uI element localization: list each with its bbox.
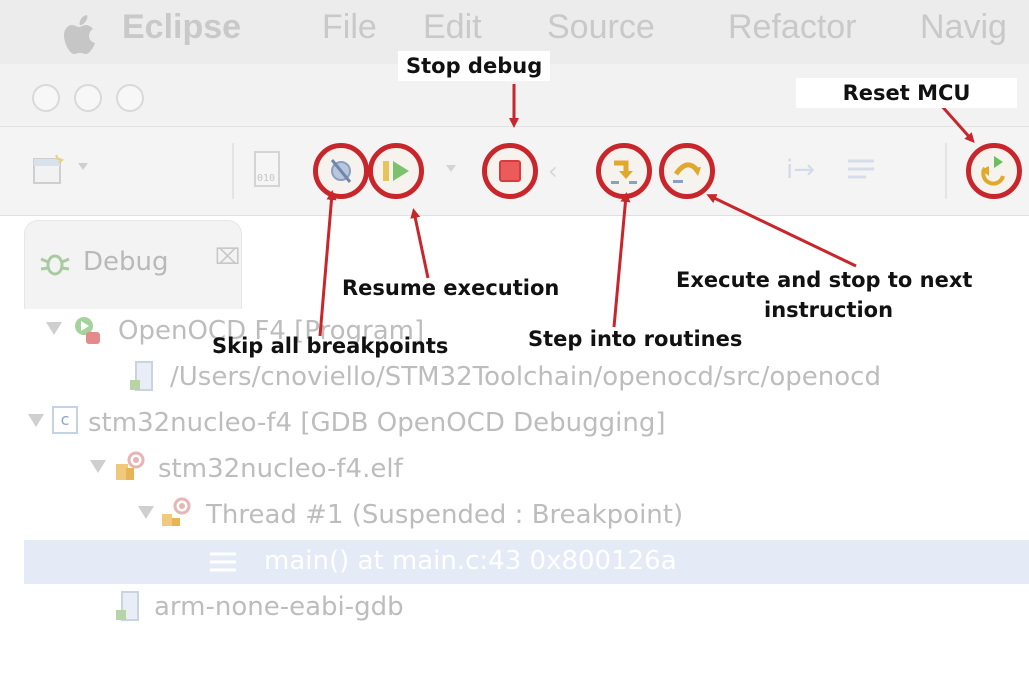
- skip-all-breakpoints-button[interactable]: [313, 143, 369, 199]
- suspend-dropdown-icon[interactable]: [446, 165, 456, 172]
- tree-row-gdb-session[interactable]: c stm32nucleo-f4 [GDB OpenOCD Debugging]: [24, 402, 1029, 446]
- step-over-icon: [673, 162, 701, 183]
- minimize-window-button[interactable]: [74, 84, 102, 112]
- callout-step-into: Step into routines: [528, 327, 743, 351]
- bug-icon: [40, 254, 70, 276]
- step-into-button[interactable]: [596, 143, 652, 199]
- menu-source[interactable]: Source: [547, 8, 655, 47]
- resume-icon: [383, 161, 409, 181]
- callout-stop-debug: Stop debug: [398, 51, 551, 81]
- zoom-window-button[interactable]: [116, 84, 144, 112]
- menu-file[interactable]: File: [322, 8, 377, 47]
- thread-icon: [162, 497, 191, 526]
- callout-skip-breakpoints: Skip all breakpoints: [212, 334, 449, 358]
- tree-row-stack-frame-selected[interactable]: main() at main.c:43 0x800126a: [24, 540, 1029, 584]
- toolbar-separator: [232, 143, 234, 199]
- new-file-icon[interactable]: [32, 153, 66, 187]
- tree-row-thread[interactable]: Thread #1 (Suspended : Breakpoint): [24, 494, 1029, 538]
- menu-app-eclipse[interactable]: Eclipse: [122, 8, 241, 47]
- c-app-icon: c: [52, 406, 78, 434]
- expand-twisty-icon[interactable]: [138, 506, 154, 519]
- launch-icon: [75, 317, 100, 344]
- expand-twisty-icon[interactable]: [46, 322, 62, 335]
- list-lines-icon[interactable]: [846, 157, 878, 187]
- stop-icon: [499, 160, 521, 182]
- toolbar-separator: [945, 143, 947, 199]
- instruction-stepping-icon[interactable]: i→: [786, 155, 815, 185]
- close-window-button[interactable]: [32, 84, 60, 112]
- tree-label: Thread #1 (Suspended : Breakpoint): [206, 500, 684, 530]
- debug-toolbar: 010 ‹ i→: [0, 127, 1029, 216]
- reset-mcu-button[interactable]: [966, 143, 1022, 199]
- step-return-icon[interactable]: [722, 151, 772, 191]
- tree-row-gdb-process[interactable]: arm-none-eabi-gdb: [24, 586, 1029, 630]
- svg-text:010: 010: [257, 173, 275, 184]
- stack-frame-icon: [210, 552, 236, 572]
- new-dropdown-chevron-icon[interactable]: [78, 163, 88, 170]
- tree-label: stm32nucleo-f4 [GDB OpenOCD Debugging]: [88, 408, 666, 438]
- callout-step-over-line1: Execute and stop to next: [676, 268, 973, 292]
- expand-twisty-icon[interactable]: [90, 460, 106, 473]
- expand-twisty-icon[interactable]: [28, 414, 44, 427]
- tree-label: arm-none-eabi-gdb: [154, 592, 404, 622]
- step-into-icon: [611, 160, 637, 184]
- apple-logo-icon[interactable]: [62, 14, 100, 56]
- process-icon: [116, 591, 139, 621]
- close-tab-icon[interactable]: ⌧: [215, 245, 240, 270]
- tree-label: stm32nucleo-f4.elf: [158, 454, 403, 484]
- tree-row-openocd-process[interactable]: /Users/cnoviello/STM32Toolchain/openocd/…: [24, 356, 1029, 400]
- stop-debug-button[interactable]: [482, 143, 538, 199]
- menu-edit[interactable]: Edit: [423, 8, 482, 47]
- binary-file-icon[interactable]: 010: [254, 151, 280, 189]
- disconnect-icon[interactable]: ‹: [548, 157, 558, 185]
- callout-step-over-line2: instruction: [764, 298, 894, 322]
- tab-debug-label: Debug: [83, 247, 169, 277]
- skip-breakpoints-icon: [330, 159, 352, 183]
- callout-resume: Resume execution: [342, 276, 560, 300]
- step-over-button[interactable]: [659, 143, 715, 199]
- tree-row-elf[interactable]: stm32nucleo-f4.elf: [24, 448, 1029, 492]
- tab-debug[interactable]: Debug ⌧: [24, 220, 242, 309]
- elf-icon: [116, 451, 145, 480]
- callout-reset-mcu: Reset MCU: [796, 78, 1017, 108]
- tree-label: main() at main.c:43 0x800126a: [264, 546, 677, 576]
- resume-button[interactable]: [368, 143, 424, 199]
- process-icon: [130, 361, 153, 391]
- menu-refactor[interactable]: Refactor: [728, 8, 857, 47]
- tree-label: /Users/cnoviello/STM32Toolchain/openocd/…: [170, 362, 881, 392]
- reset-icon: [981, 156, 1005, 186]
- menu-navigate[interactable]: Navig: [920, 8, 1007, 47]
